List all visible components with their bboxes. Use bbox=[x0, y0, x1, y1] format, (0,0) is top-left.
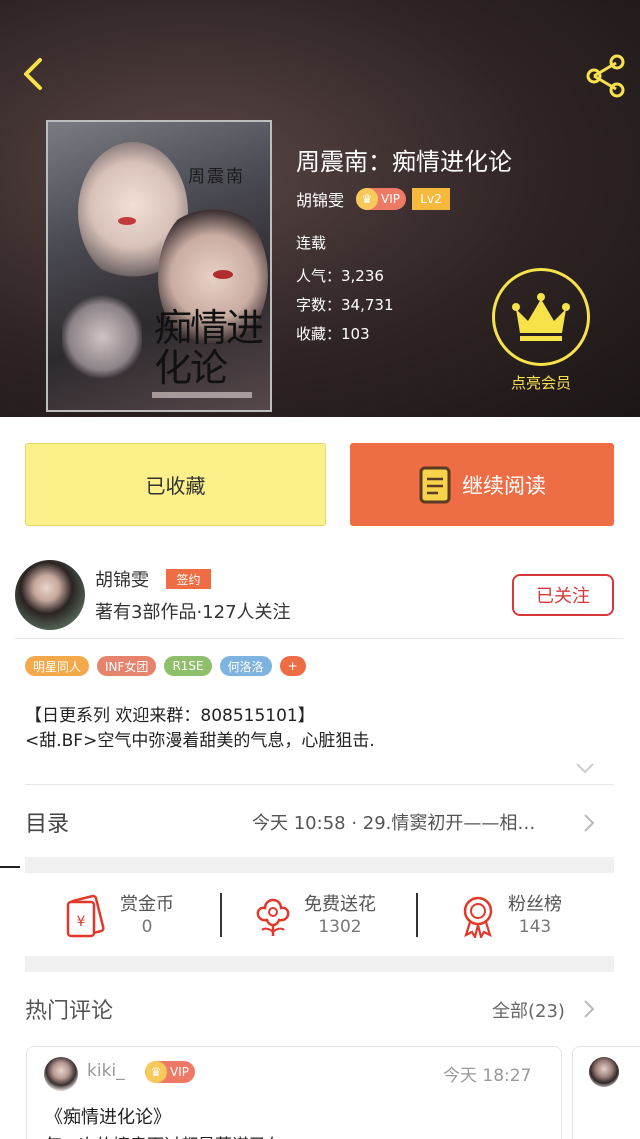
chevron-right-icon bbox=[584, 814, 595, 832]
crown-icon bbox=[512, 293, 570, 341]
vip-label: VIP bbox=[170, 1065, 189, 1079]
more-tags-button[interactable]: + bbox=[279, 656, 306, 676]
tag[interactable]: R1SE bbox=[164, 656, 212, 676]
svg-text:¥: ¥ bbox=[77, 914, 86, 930]
chevron-left-icon bbox=[24, 58, 42, 90]
chevron-right-icon bbox=[584, 1000, 595, 1018]
fan-ranking-button[interactable]: 粉丝榜 143 bbox=[458, 888, 562, 944]
fans-label: 粉丝榜 bbox=[508, 894, 562, 915]
author-card-meta: 著有3部作品·127人关注 bbox=[95, 602, 291, 623]
author-avatar[interactable] bbox=[15, 560, 85, 630]
expand-button[interactable] bbox=[574, 760, 596, 776]
vip-label: VIP bbox=[381, 192, 400, 206]
flowers-value: 1302 bbox=[318, 917, 362, 937]
author-line: 胡锦雯 ♛ VIP Lv2 bbox=[296, 186, 450, 212]
all-comments-chevron[interactable] bbox=[582, 998, 596, 1020]
comment-card[interactable] bbox=[572, 1046, 640, 1139]
cover-detail bbox=[152, 392, 252, 398]
crown-icon: ♛ bbox=[356, 188, 379, 210]
flower-icon bbox=[256, 898, 290, 936]
tag[interactable]: INF女团 bbox=[97, 656, 157, 676]
collected-button[interactable]: 已收藏 bbox=[25, 443, 326, 526]
chevron-down-icon bbox=[576, 763, 594, 774]
continue-reading-button[interactable]: 继续阅读 bbox=[350, 443, 614, 526]
red-envelope-icon: ¥ bbox=[66, 894, 105, 938]
toc-latest-chapter[interactable]: 今天 10:58 · 29.情窦初开——相… bbox=[252, 809, 535, 835]
description-line: 【日更系列 欢迎来群：808515101】 bbox=[25, 706, 315, 726]
divider bbox=[25, 784, 614, 785]
serial-status: 连载 bbox=[296, 234, 327, 252]
book-title: 周震南：痴情进化论 bbox=[296, 148, 512, 176]
toc-label[interactable]: 目录 bbox=[25, 806, 69, 838]
fans-value: 143 bbox=[518, 917, 552, 937]
cover-detail bbox=[213, 270, 233, 279]
all-comments-link[interactable]: 全部(23) bbox=[492, 997, 565, 1023]
section-band bbox=[25, 857, 614, 873]
coins-label: 赏金币 bbox=[120, 894, 174, 915]
comment-card[interactable]: kiki_ ♛ VIP 今天 18:27 《痴情进化论》 每一次的擦肩而过都是蓄… bbox=[26, 1046, 562, 1139]
popularity-stat: 人气：3,236 bbox=[296, 267, 384, 285]
divider bbox=[416, 893, 418, 937]
cover-detail bbox=[118, 217, 136, 225]
free-flowers-button[interactable]: 免费送花 1302 bbox=[252, 888, 376, 944]
word-count-stat: 字数：34,731 bbox=[296, 296, 394, 314]
comment-text: 每一次的擦肩而过都是蓄谋已久 bbox=[45, 1131, 283, 1139]
edge-mark bbox=[0, 866, 20, 868]
comment-time: 今天 18:27 bbox=[443, 1066, 532, 1086]
follow-button[interactable]: 已关注 bbox=[512, 574, 614, 616]
cover-title: 周震南 bbox=[188, 167, 245, 187]
commenter-name[interactable]: kiki_ bbox=[87, 1061, 125, 1081]
book-icon bbox=[419, 466, 451, 503]
commenter-avatar[interactable] bbox=[589, 1057, 619, 1087]
book-header: 周震南 痴情进化论 周震南：痴情进化论 胡锦雯 ♛ VIP Lv2 连载 人气：… bbox=[0, 0, 640, 417]
vip-badge-inner: ♛ VIP bbox=[145, 1061, 195, 1083]
book-description: 【日更系列 欢迎来群：808515101】 <甜.BF>空气中弥漫着甜美的气息，… bbox=[25, 704, 375, 754]
flowers-label: 免费送花 bbox=[304, 894, 376, 915]
hot-comments-label: 热门评论 bbox=[25, 999, 114, 1024]
level-badge: Lv2 bbox=[412, 188, 450, 210]
coins-value: 0 bbox=[141, 917, 153, 937]
favorites-stat: 收藏：103 bbox=[296, 325, 370, 343]
vip-badge: ♛ VIP bbox=[145, 1061, 201, 1083]
divider bbox=[220, 893, 222, 937]
divider bbox=[15, 638, 623, 639]
cover-big-title: 痴情进化论 bbox=[154, 306, 264, 390]
back-button[interactable] bbox=[16, 50, 52, 98]
book-cover[interactable]: 周震南 痴情进化论 bbox=[46, 120, 272, 412]
toc-chevron[interactable] bbox=[582, 812, 596, 834]
crown-icon: ♛ bbox=[145, 1061, 167, 1083]
share-icon bbox=[586, 54, 625, 98]
section-band bbox=[25, 956, 614, 972]
signed-badge: 签约 bbox=[166, 569, 211, 589]
medal-icon bbox=[463, 896, 493, 938]
tag[interactable]: 明星同人 bbox=[25, 656, 90, 676]
author-name[interactable]: 胡锦雯 bbox=[296, 187, 344, 211]
comment-text: 《痴情进化论》 bbox=[45, 1107, 171, 1128]
tag[interactable]: 何洛洛 bbox=[219, 656, 272, 676]
vip-badge: ♛ VIP bbox=[356, 188, 406, 210]
author-card-name[interactable]: 胡锦雯 bbox=[95, 566, 149, 592]
vip-membership-button[interactable] bbox=[492, 268, 590, 366]
cover-figure bbox=[62, 292, 142, 382]
description-line: <甜.BF>空气中弥漫着甜美的气息，心脏狙击. bbox=[25, 731, 375, 751]
commenter-avatar[interactable] bbox=[44, 1057, 78, 1091]
tag-list: 明星同人 INF女团 R1SE 何洛洛 + bbox=[25, 656, 306, 676]
share-button[interactable] bbox=[580, 50, 632, 102]
reward-coins-button[interactable]: ¥ 赏金币 0 bbox=[62, 888, 174, 944]
vip-cta-label[interactable]: 点亮会员 bbox=[493, 372, 589, 393]
continue-reading-label: 继续阅读 bbox=[462, 473, 546, 498]
